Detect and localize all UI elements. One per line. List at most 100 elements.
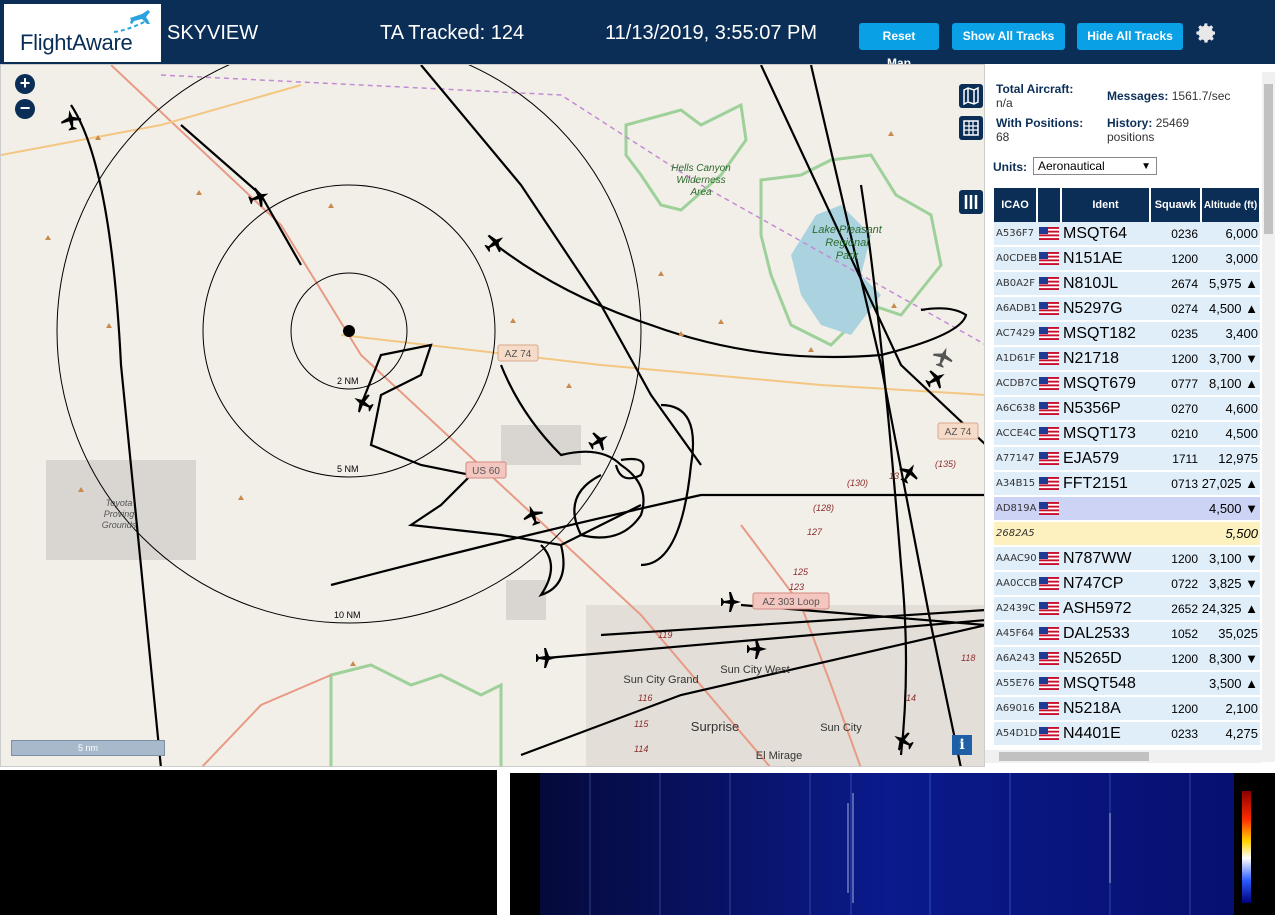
column-header-icao[interactable]: ICAO	[994, 188, 1038, 222]
icao-cell: A1D61F	[994, 346, 1037, 372]
ident-cell: N810JL	[1061, 271, 1150, 297]
column-header-ident[interactable]: Ident	[1061, 188, 1151, 222]
place-label: Regional	[825, 237, 869, 249]
ident-cell: N5297G	[1061, 296, 1150, 322]
aircraft-icon[interactable]	[585, 427, 612, 454]
ident-cell: N4401E	[1061, 721, 1150, 747]
ident-cell: EJA579	[1061, 446, 1150, 472]
table-row[interactable]: AA0CCB N747CP 0722 3,825 ▼	[994, 571, 1260, 597]
table-row[interactable]: A6C638 N5356P 0270 4,600	[994, 396, 1260, 422]
column-header-flag[interactable]	[1037, 188, 1062, 222]
column-header-squawk[interactable]: Squawk	[1150, 188, 1202, 222]
table-row[interactable]: A536F7 MSQT64 0236 6,000	[994, 222, 1260, 247]
scrollbar-thumb[interactable]	[1264, 84, 1273, 234]
icao-cell: AD819A	[994, 496, 1037, 522]
table-header-row: ICAO Ident Squawk Altitude (ft)	[994, 188, 1261, 222]
icao-cell: AC7429	[994, 321, 1037, 347]
place-label: Park	[836, 250, 859, 262]
chevron-down-icon: ▼	[1141, 161, 1151, 172]
clock: 11/13/2019, 3:55:07 PM	[605, 22, 818, 44]
ident-cell: MSQT679	[1061, 371, 1150, 397]
icao-cell: A34B15	[994, 471, 1037, 497]
map-canvas[interactable]: AZ 74 AZ 74 US 60 AZ 303 Loop 2 NM 5 NM …	[1, 65, 985, 767]
table-row[interactable]: A1D61F N21718 1200 3,700 ▼	[994, 346, 1260, 372]
table-row[interactable]: 2682A5 5,500	[994, 521, 1260, 547]
flightaware-logo[interactable]: FlightAware	[4, 4, 161, 62]
table-row[interactable]: AD819A 4,500 ▼	[994, 496, 1260, 522]
table-row[interactable]: A0CDEB N151AE 1200 3,000	[994, 246, 1260, 272]
table-row[interactable]: A34B15 FFT2151 0713 27,025 ▲	[994, 471, 1260, 497]
hide-all-tracks-button[interactable]: Hide All Tracks	[1077, 23, 1183, 50]
table-row[interactable]: A6ADB1 N5297G 0274 4,500 ▲	[994, 296, 1260, 322]
flag-cell	[1037, 646, 1061, 672]
flag-cell	[1037, 596, 1061, 622]
us-flag-icon	[1039, 676, 1059, 690]
place-label: Sun City West	[720, 664, 790, 676]
history-label: History:	[1107, 116, 1153, 130]
table-row[interactable]: A6A243 N5265D 1200 8,300 ▼	[994, 646, 1260, 672]
table-row[interactable]: A55E76 MSQT548 3,500 ▲	[994, 671, 1260, 697]
flag-cell	[1037, 396, 1061, 422]
range-label-5nm: 5 NM	[337, 464, 359, 474]
top-bar: FlightAware SKYVIEW TA Tracked: 124 11/1…	[0, 0, 1275, 70]
table-row[interactable]: A77147 EJA579 1711 12,975	[994, 446, 1260, 472]
icao-cell: A0CDEB	[994, 246, 1037, 272]
scrollbar-thumb[interactable]	[999, 752, 1149, 761]
altitude-cell: 3,700 ▼	[1201, 346, 1260, 372]
exit-number: 119	[658, 630, 672, 640]
aircraft-icon[interactable]	[59, 108, 82, 131]
flag-cell	[1037, 321, 1061, 347]
altitude-cell: 35,025	[1201, 621, 1260, 647]
table-row[interactable]: AC7429 MSQT182 0235 3,400	[994, 321, 1260, 347]
aircraft-icon[interactable]	[536, 648, 556, 668]
altitude-cell: 4,600	[1201, 396, 1260, 422]
zoom-in-button[interactable]: +	[15, 74, 35, 94]
aircraft-icon[interactable]	[930, 344, 956, 370]
gear-icon[interactable]	[1194, 21, 1218, 45]
map-view[interactable]: AZ 74 AZ 74 US 60 AZ 303 Loop 2 NM 5 NM …	[0, 64, 985, 767]
messages-label: Messages:	[1107, 89, 1169, 103]
flag-cell	[1037, 721, 1061, 747]
icao-cell: 2682A5	[994, 521, 1037, 547]
plane-logo-icon	[113, 10, 150, 33]
road-label-az303: AZ 303 Loop	[762, 597, 820, 608]
zoom-out-button[interactable]: −	[15, 99, 35, 119]
table-row[interactable]: A2439C ASH5972 2652 24,325 ▲	[994, 596, 1260, 622]
info-button[interactable]: i	[952, 735, 972, 755]
table-row[interactable]: ACDB7C MSQT679 0777 8,100 ▲	[994, 371, 1260, 397]
grid-toggle-button[interactable]	[959, 116, 983, 140]
place-label: Proving	[104, 509, 135, 519]
icao-cell: A6C638	[994, 396, 1037, 422]
table-row[interactable]: A45F64 DAL2533 1052 35,025	[994, 621, 1260, 647]
exit-number: (130)	[847, 478, 868, 488]
map-layers-button[interactable]	[959, 84, 983, 108]
exit-number: (135)	[935, 459, 956, 469]
squawk-cell: 1200	[1150, 546, 1201, 572]
us-flag-icon	[1039, 651, 1059, 665]
exit-number: 14	[906, 693, 916, 703]
table-row[interactable]: AAAC90 N787WW 1200 3,100 ▼	[994, 546, 1260, 572]
table-row[interactable]: ACCE4C MSQT173 0210 4,500	[994, 421, 1260, 447]
flag-cell	[1037, 446, 1061, 472]
with-positions-value: 68	[996, 130, 1010, 144]
aircraft-icon[interactable]	[349, 389, 376, 416]
flag-cell	[1037, 671, 1061, 697]
squawk-cell: 1200	[1150, 346, 1201, 372]
us-flag-icon	[1039, 426, 1059, 440]
vertical-scrollbar[interactable]	[1262, 72, 1275, 762]
flag-cell	[1037, 696, 1061, 722]
column-header-altitude[interactable]: Altitude (ft)	[1201, 188, 1261, 222]
altitude-cell: 2,100	[1201, 696, 1260, 722]
us-flag-icon	[1039, 551, 1059, 565]
show-all-tracks-button[interactable]: Show All Tracks	[952, 23, 1065, 50]
table-row[interactable]: A69016 N5218A 1200 2,100	[994, 696, 1260, 722]
exit-number: 116	[638, 693, 652, 703]
ident-cell	[1061, 521, 1150, 547]
units-select[interactable]: Aeronautical ▼	[1033, 157, 1157, 175]
horizontal-scrollbar[interactable]	[985, 750, 1262, 763]
units-value: Aeronautical	[1038, 159, 1105, 173]
reset-map-button[interactable]: Reset Map	[859, 23, 939, 70]
table-row[interactable]: AB0A2F N810JL 2674 5,975 ▲	[994, 271, 1260, 297]
columns-toggle-button[interactable]	[959, 190, 983, 214]
table-row[interactable]: A54D1D N4401E 0233 4,275	[994, 721, 1260, 747]
